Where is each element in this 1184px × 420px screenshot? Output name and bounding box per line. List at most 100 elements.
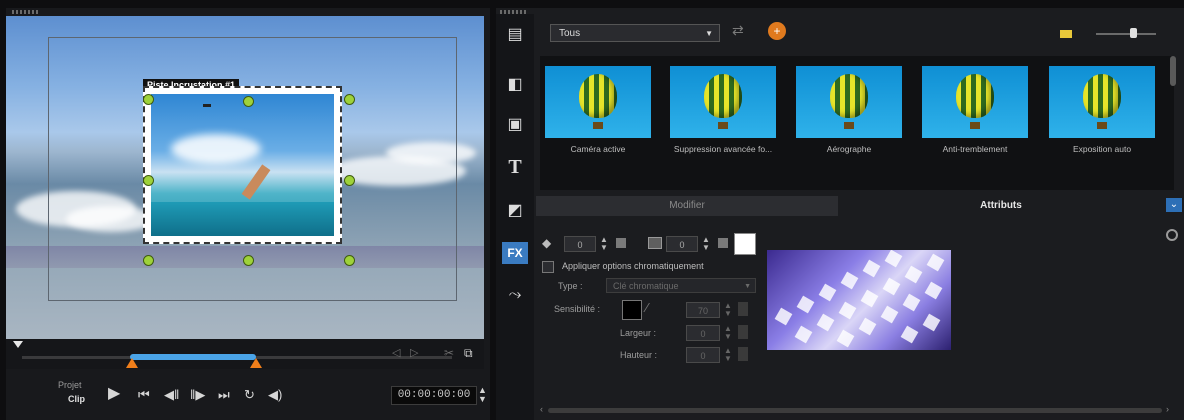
basket: [718, 122, 728, 129]
overlay-clip[interactable]: [143, 86, 342, 244]
border-size-input[interactable]: 0: [564, 236, 596, 252]
slider-button[interactable]: [738, 325, 748, 339]
slider-button[interactable]: [738, 302, 748, 316]
path-icon[interactable]: ⤳: [502, 284, 528, 306]
height-spinner-icon[interactable]: ▲ ▼: [724, 347, 732, 363]
border-icon: ◆: [542, 236, 552, 250]
go-to-start-icon[interactable]: ⏮: [138, 387, 150, 403]
transition-icon[interactable]: ▣: [502, 114, 528, 136]
copy-icon[interactable]: ⧉: [464, 345, 473, 361]
timecode-spinner-icon[interactable]: ▲ ▼: [478, 386, 487, 404]
previous-frame-icon[interactable]: ◀‖: [164, 387, 179, 403]
scroll-left-icon[interactable]: ‹: [540, 404, 543, 414]
type-dropdown[interactable]: Clé chromatique ▼: [606, 278, 756, 293]
trim-start-handle[interactable]: [126, 358, 138, 368]
scrub-bar[interactable]: ◁ ▷ ✂ ⧉: [6, 339, 484, 369]
shadow-size-input[interactable]: 0: [666, 236, 698, 252]
tab-modifier[interactable]: Modifier: [536, 196, 838, 216]
sensitivity-spinner-icon[interactable]: ▲ ▼: [724, 302, 732, 318]
resize-handle[interactable]: [344, 94, 355, 105]
tile: [836, 329, 855, 348]
tile: [862, 259, 881, 278]
split-icon[interactable]: ✂: [444, 345, 454, 361]
filter-thumbnail[interactable]: [545, 66, 651, 138]
playhead-icon[interactable]: [13, 341, 23, 348]
chevron-down-icon: ▼: [744, 283, 751, 290]
resize-handle[interactable]: [344, 175, 355, 186]
type-value: Clé chromatique: [613, 281, 679, 291]
tile: [818, 283, 837, 302]
kite: [203, 104, 211, 107]
clip-mode-label[interactable]: Clip: [68, 394, 85, 404]
graphics-icon[interactable]: ◩: [502, 200, 528, 222]
panel-grip[interactable]: [12, 10, 40, 14]
media-icon[interactable]: ▤: [502, 24, 528, 46]
mark-out-icon[interactable]: ▷: [410, 345, 418, 361]
thumbnail-size-slider[interactable]: [1096, 33, 1156, 35]
filter-caption: Anti-tremblement: [942, 144, 1008, 154]
filter-gallery: Caméra active Suppression avancée fo... …: [540, 56, 1174, 190]
tile: [900, 325, 919, 344]
tile: [902, 293, 921, 312]
go-to-end-icon[interactable]: ⏭: [218, 387, 230, 403]
filter-thumbnail[interactable]: [1049, 66, 1155, 138]
border-color-swatch[interactable]: [734, 233, 756, 255]
tile: [924, 281, 943, 300]
filter-thumbnail[interactable]: [670, 66, 776, 138]
align-icon[interactable]: [718, 238, 728, 248]
align-icon[interactable]: [616, 238, 626, 248]
play-icon[interactable]: ▶: [108, 386, 120, 402]
resize-handle[interactable]: [344, 255, 355, 266]
slider-knob[interactable]: [1130, 28, 1137, 38]
title-icon[interactable]: T: [502, 156, 528, 178]
border-size-spinner-icon[interactable]: ▲ ▼: [600, 236, 608, 252]
eyedropper-icon[interactable]: ⁄: [646, 300, 648, 315]
apply-mask-label: Appliquer options chromatiquement: [562, 261, 704, 271]
tile: [858, 317, 877, 336]
key-color-swatch[interactable]: [622, 300, 642, 320]
height-input[interactable]: 0: [686, 347, 720, 363]
playback-controls: Projet Clip ▶ ⏮ ◀‖ ‖▶ ⏭ ↻ ◀) 00:00:00:00…: [6, 372, 487, 412]
trim-end-handle[interactable]: [250, 358, 262, 368]
gallery-scrollbar[interactable]: [1170, 56, 1176, 86]
repeat-icon[interactable]: ↻: [244, 387, 255, 403]
filter-thumbnail[interactable]: [922, 66, 1028, 138]
width-input[interactable]: 0: [686, 325, 720, 341]
volume-icon[interactable]: ◀): [268, 387, 282, 403]
next-frame-icon[interactable]: ‖▶: [190, 387, 205, 403]
resize-handle[interactable]: [143, 175, 154, 186]
add-icon[interactable]: +: [768, 22, 786, 40]
balloon-icon: [704, 74, 742, 118]
resize-handle[interactable]: [243, 96, 254, 107]
favorite-icon[interactable]: ⇄: [732, 22, 744, 39]
tile: [926, 253, 945, 272]
trim-range[interactable]: [130, 354, 256, 360]
project-mode-label[interactable]: Projet: [58, 380, 82, 390]
timecode-display[interactable]: 00:00:00:00: [391, 386, 477, 405]
mark-in-icon[interactable]: ◁: [392, 345, 400, 361]
tile: [922, 313, 941, 332]
resize-handle[interactable]: [143, 94, 154, 105]
thumbnail-view-icon[interactable]: [1060, 30, 1072, 38]
horizontal-scrollbar[interactable]: [548, 408, 1162, 413]
instant-project-icon[interactable]: ◧: [502, 74, 528, 96]
tab-attributes[interactable]: Attributs: [838, 196, 1164, 216]
balloon-icon: [830, 74, 868, 118]
width-spinner-icon[interactable]: ▲ ▼: [724, 325, 732, 341]
sensitivity-input[interactable]: 70: [686, 302, 720, 318]
filter-thumbnail[interactable]: [796, 66, 902, 138]
filter-caption: Suppression avancée fo...: [673, 144, 773, 154]
balloon-icon: [956, 74, 994, 118]
apply-mask-checkbox[interactable]: [542, 261, 554, 273]
category-dropdown[interactable]: Tous ▼: [550, 24, 720, 42]
slider-button[interactable]: [738, 347, 748, 361]
scroll-right-icon[interactable]: ›: [1166, 404, 1169, 414]
chevron-down-icon: ▼: [705, 29, 713, 38]
resize-handle[interactable]: [143, 255, 154, 266]
options-tabs: Modifier Attributs ⌄: [536, 196, 1184, 216]
height-label: Hauteur :: [620, 350, 658, 360]
shadow-spinner-icon[interactable]: ▲ ▼: [702, 236, 710, 252]
resize-handle[interactable]: [243, 255, 254, 266]
fx-filter-icon[interactable]: FX: [502, 242, 528, 264]
chevron-down-icon[interactable]: ⌄: [1166, 198, 1182, 212]
